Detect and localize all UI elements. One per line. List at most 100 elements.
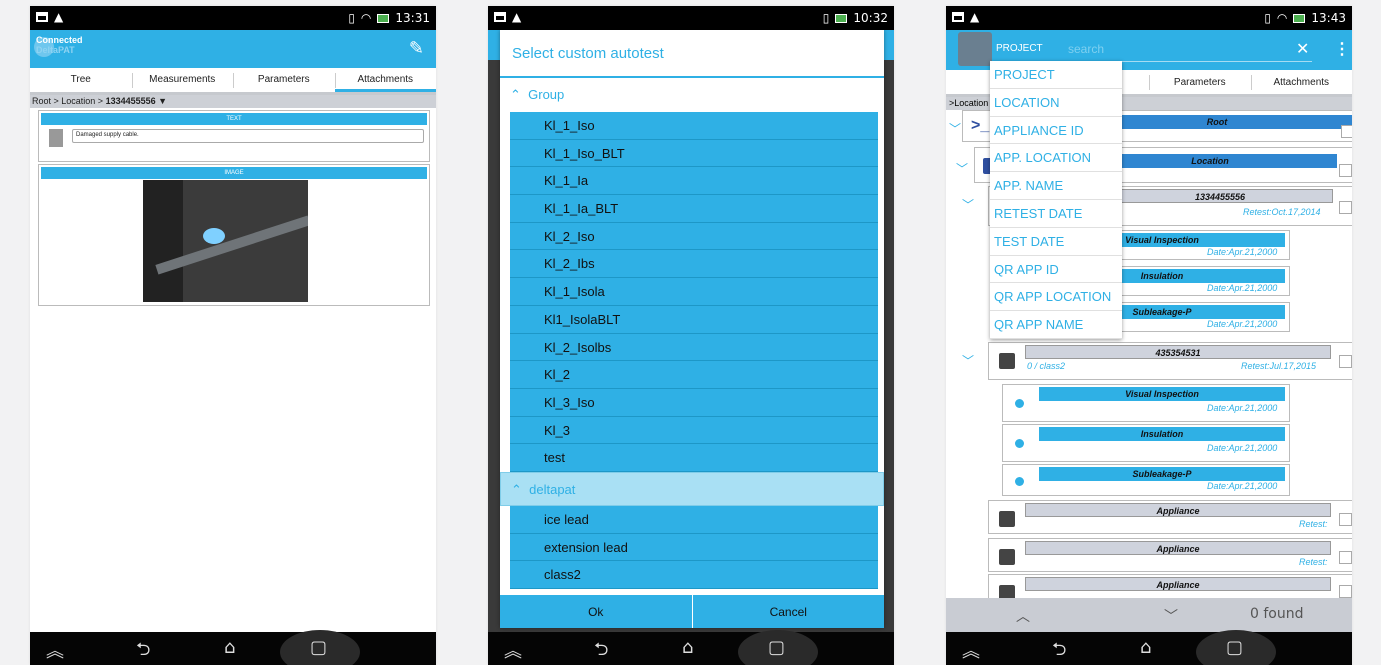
select-autotest-dialog: Select custom autotest ⌃ Group Kl_1_Iso K… — [500, 30, 884, 628]
recent-apps-up-icon[interactable]: ︽ — [504, 637, 522, 663]
next-result-icon[interactable]: ﹀ — [1164, 606, 1178, 626]
chevron-down-icon[interactable]: ﹀ — [962, 196, 974, 213]
battery-icon — [377, 13, 390, 23]
autotest-option[interactable]: Kl_2_Isolbs — [510, 333, 878, 362]
chevron-down-icon[interactable]: ﹀ — [949, 120, 961, 137]
menu-item[interactable]: TEST DATE — [990, 228, 1122, 256]
recent-apps-up-icon[interactable]: ︽ — [46, 637, 64, 663]
brand-subname: DeltaPAT — [36, 45, 75, 55]
autotest-option[interactable]: Kl_1_Ia_BLT — [510, 195, 878, 223]
test-insulation-2[interactable]: Insulation Date:Apr.21,2000 — [1002, 424, 1290, 462]
breadcrumb-current: 1334455556 — [105, 96, 156, 106]
tree-node-appliance-a[interactable]: Appliance Retest: — [988, 500, 1352, 534]
add-attachment-icon[interactable]: ✎ — [409, 38, 424, 59]
autotest-option[interactable]: Kl_1_Isola — [510, 278, 878, 306]
search-field-selector[interactable]: PROJECT — [996, 43, 1043, 54]
home-icon[interactable]: ⌂ — [1140, 637, 1151, 658]
action-bar: Connected DeltaPAT ✎ — [30, 30, 436, 68]
autotest-option[interactable]: Kl_1_Iso — [510, 112, 878, 140]
autotest-option[interactable]: Kl1_IsolaBLT — [510, 305, 878, 334]
tab-attachments[interactable]: Attachments — [1250, 70, 1353, 94]
recents-icon[interactable]: ▢ — [1226, 637, 1243, 658]
node-checkbox[interactable] — [1341, 125, 1352, 138]
test-title: Subleakage-P — [1039, 467, 1285, 481]
menu-item[interactable]: QR APP LOCATION — [990, 283, 1122, 312]
chevron-down-icon[interactable]: ﹀ — [962, 352, 974, 369]
test-visual-inspection-2[interactable]: Visual Inspection Date:Apr.21,2000 — [1002, 384, 1290, 422]
appliance-icon — [999, 353, 1015, 369]
node-checkbox[interactable] — [1339, 551, 1352, 564]
search-input[interactable]: search — [1068, 42, 1104, 56]
wifi-icon: ◠ — [360, 11, 372, 25]
autotest-option[interactable]: Kl_3_Iso — [510, 388, 878, 417]
home-icon[interactable]: ⌂ — [224, 637, 235, 658]
back-icon[interactable]: ⮌ — [136, 637, 150, 665]
tab-parameters[interactable]: Parameters — [233, 68, 335, 92]
attachment-photo[interactable] — [143, 180, 308, 302]
autotest-option[interactable]: ice lead — [510, 505, 878, 534]
tab-tree[interactable]: Tree — [30, 68, 132, 92]
text-attachment-value[interactable]: Damaged supply cable. — [72, 129, 424, 143]
warning-icon: ▲ — [512, 10, 522, 24]
menu-item[interactable]: APP. NAME — [990, 172, 1122, 200]
phone-autotest-dialog: ▲ ▯ 10:32 Select custom autotest ⌃ Group … — [488, 6, 894, 665]
previous-result-icon[interactable]: ︿ — [1016, 606, 1030, 626]
test-subleakage-2[interactable]: Subleakage-P Date:Apr.21,2000 — [1002, 464, 1290, 496]
node-title: 435354531 — [1025, 345, 1331, 359]
autotest-option[interactable]: Kl_2 — [510, 361, 878, 389]
autotest-option[interactable]: extension lead — [510, 533, 878, 562]
node-checkbox[interactable] — [1339, 513, 1352, 526]
autotest-option[interactable]: Kl_2_Ibs — [510, 250, 878, 279]
chevron-down-icon[interactable]: ﹀ — [956, 160, 968, 177]
menu-item[interactable]: APPLIANCE ID — [990, 117, 1122, 145]
notification-icon — [36, 12, 48, 22]
menu-item[interactable]: LOCATION — [990, 89, 1122, 117]
node-title: Appliance — [1025, 577, 1331, 591]
group-header-group[interactable]: ⌃ Group — [500, 78, 884, 112]
node-checkbox[interactable] — [1339, 585, 1352, 598]
ok-button[interactable]: Ok — [500, 595, 692, 628]
recent-apps-up-icon[interactable]: ︽ — [962, 637, 980, 663]
group-header-deltapat[interactable]: ⌃ deltapat — [500, 471, 884, 506]
search-navigation-bar: ︿ ﹀ 0 found — [946, 598, 1352, 632]
autotest-option[interactable]: class2 — [510, 561, 878, 589]
retest-date: Retest: — [1299, 557, 1328, 567]
tab-parameters[interactable]: Parameters — [1149, 70, 1251, 94]
tab-measurements[interactable]: Measurements — [131, 68, 234, 92]
menu-item[interactable]: QR APP NAME — [990, 311, 1122, 339]
node-checkbox[interactable] — [1339, 201, 1352, 214]
menu-item[interactable]: RETEST DATE — [990, 200, 1122, 228]
back-icon[interactable]: ⮌ — [594, 637, 608, 665]
appliance-class: 0 / class2 — [1027, 361, 1066, 371]
vibrate-icon: ▯ — [348, 11, 355, 25]
menu-item[interactable]: PROJECT — [990, 61, 1122, 89]
node-checkbox[interactable] — [1339, 164, 1352, 177]
breadcrumb-path: Root > Location > — [32, 96, 106, 106]
recents-icon[interactable]: ▢ — [310, 637, 327, 658]
breadcrumb[interactable]: Root > Location > 1334455556 ▼ — [30, 95, 436, 108]
overflow-menu-icon[interactable]: ⋮ — [1334, 39, 1350, 59]
cancel-button[interactable]: Cancel — [691, 595, 885, 628]
home-icon[interactable]: ⌂ — [682, 637, 693, 658]
tree-node-appliance-435354531[interactable]: 435354531 0 / class2 Retest:Jul.17,2015 — [988, 342, 1352, 380]
recents-icon[interactable]: ▢ — [768, 637, 785, 658]
dialog-buttons: Ok Cancel — [500, 594, 884, 628]
tree-node-appliance-c[interactable]: Appliance — [988, 574, 1352, 601]
menu-item[interactable]: APP. LOCATION — [990, 144, 1122, 173]
autotest-option[interactable]: Kl_1_Iso_BLT — [510, 139, 878, 168]
menu-item[interactable]: QR APP ID — [990, 256, 1122, 284]
close-icon[interactable]: ✕ — [1296, 39, 1309, 58]
tree-node-appliance-b[interactable]: Appliance Retest: — [988, 538, 1352, 572]
wifi-icon: ◠ — [1276, 11, 1288, 25]
status-bar: ▲ ▯ ◠ 13:43 — [946, 6, 1352, 30]
autotest-option[interactable]: Kl_3 — [510, 416, 878, 445]
test-date: Date:Apr.21,2000 — [1207, 403, 1278, 413]
node-title: Appliance — [1025, 541, 1331, 555]
back-icon[interactable]: ⮌ — [1052, 637, 1066, 665]
autotest-option[interactable]: test — [510, 444, 878, 472]
autotest-option[interactable]: Kl_2_Iso — [510, 222, 878, 251]
tab-attachments[interactable]: Attachments — [334, 68, 436, 92]
autotest-option[interactable]: Kl_1_Ia — [510, 167, 878, 196]
app-avatar-icon[interactable] — [958, 32, 992, 66]
node-checkbox[interactable] — [1339, 355, 1352, 368]
